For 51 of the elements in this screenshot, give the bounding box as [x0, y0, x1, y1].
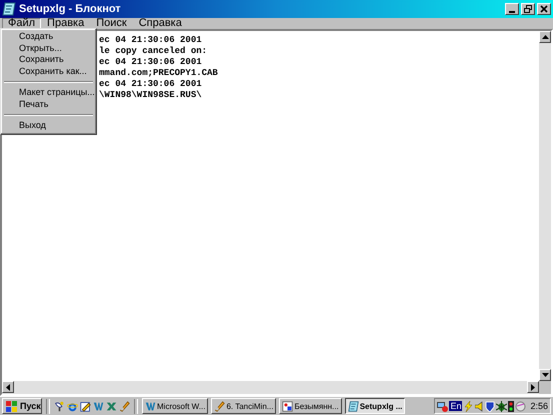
minimize-button[interactable]	[505, 3, 519, 15]
clock[interactable]: 2:56	[530, 401, 548, 411]
monitor-icon[interactable]	[437, 400, 448, 412]
flag-icon	[6, 400, 18, 412]
horizontal-scrollbar[interactable]	[2, 381, 539, 394]
menu-item[interactable]: Правка	[41, 18, 90, 29]
speaker-icon[interactable]	[475, 400, 484, 412]
text-line: mmand.com;PRECOPY1.CAB	[99, 68, 218, 79]
menu-item[interactable]: Справка	[132, 18, 188, 29]
close-icon	[540, 5, 548, 13]
taskbar-button[interactable]: 6. TanciMin...	[211, 398, 276, 414]
window-title: Setupxlg - Блокнот	[19, 3, 122, 15]
lightning-icon[interactable]	[463, 400, 474, 412]
text-line: le copy canceled on:	[99, 46, 208, 57]
pencil-icon[interactable]	[80, 400, 91, 412]
language-indicator[interactable]: En	[449, 401, 462, 411]
traffic-light-icon[interactable]	[508, 400, 514, 412]
tool-icon[interactable]	[119, 400, 130, 412]
satellite-dish-icon[interactable]	[54, 400, 65, 412]
right-arrow-icon[interactable]	[531, 384, 535, 390]
notepad-icon	[2, 2, 16, 16]
word-icon	[145, 400, 156, 412]
menu-option[interactable]: Выход	[3, 120, 94, 132]
up-arrow-icon[interactable]	[542, 35, 548, 39]
restore-icon	[524, 5, 532, 13]
taskbar-button[interactable]: Microsoft W...	[142, 398, 208, 414]
notepad-icon	[348, 400, 359, 412]
text-line: \WIN98\WIN98SE.RUS\	[99, 90, 202, 101]
down-arrow-icon[interactable]	[542, 373, 548, 377]
menu-option[interactable]: Сохранить	[3, 54, 94, 66]
shield-icon[interactable]	[485, 400, 496, 412]
spreadsheet-icon[interactable]	[106, 400, 117, 412]
menu-option[interactable]: Открыть...	[3, 42, 94, 54]
tool-icon	[214, 400, 226, 412]
menu-option[interactable]: Печать	[3, 98, 94, 110]
menu-item[interactable]: Поиск	[90, 18, 133, 29]
text-line: ec 04 21:30:06 2001	[99, 57, 202, 68]
text-line: ec 04 21:30:06 2001	[99, 79, 202, 90]
bug-icon[interactable]	[496, 400, 508, 412]
vertical-scrollbar[interactable]	[539, 31, 551, 381]
text-line: ec 04 21:30:06 2001	[99, 35, 202, 46]
taskbar-button[interactable]: Безымянн...	[279, 398, 342, 414]
paint-icon	[282, 400, 294, 412]
menu-option[interactable]: Макет страницы...	[3, 87, 94, 98]
menu-option[interactable]: Сохранить как...	[3, 66, 94, 77]
left-arrow-icon[interactable]	[6, 384, 10, 390]
start-button[interactable]: Пуск	[2, 398, 42, 414]
restore-button[interactable]	[521, 3, 535, 15]
menu-option[interactable]: Создать	[3, 31, 94, 42]
taskbar-button[interactable]: Setupxlg ...	[344, 398, 406, 414]
close-button[interactable]	[537, 3, 551, 15]
